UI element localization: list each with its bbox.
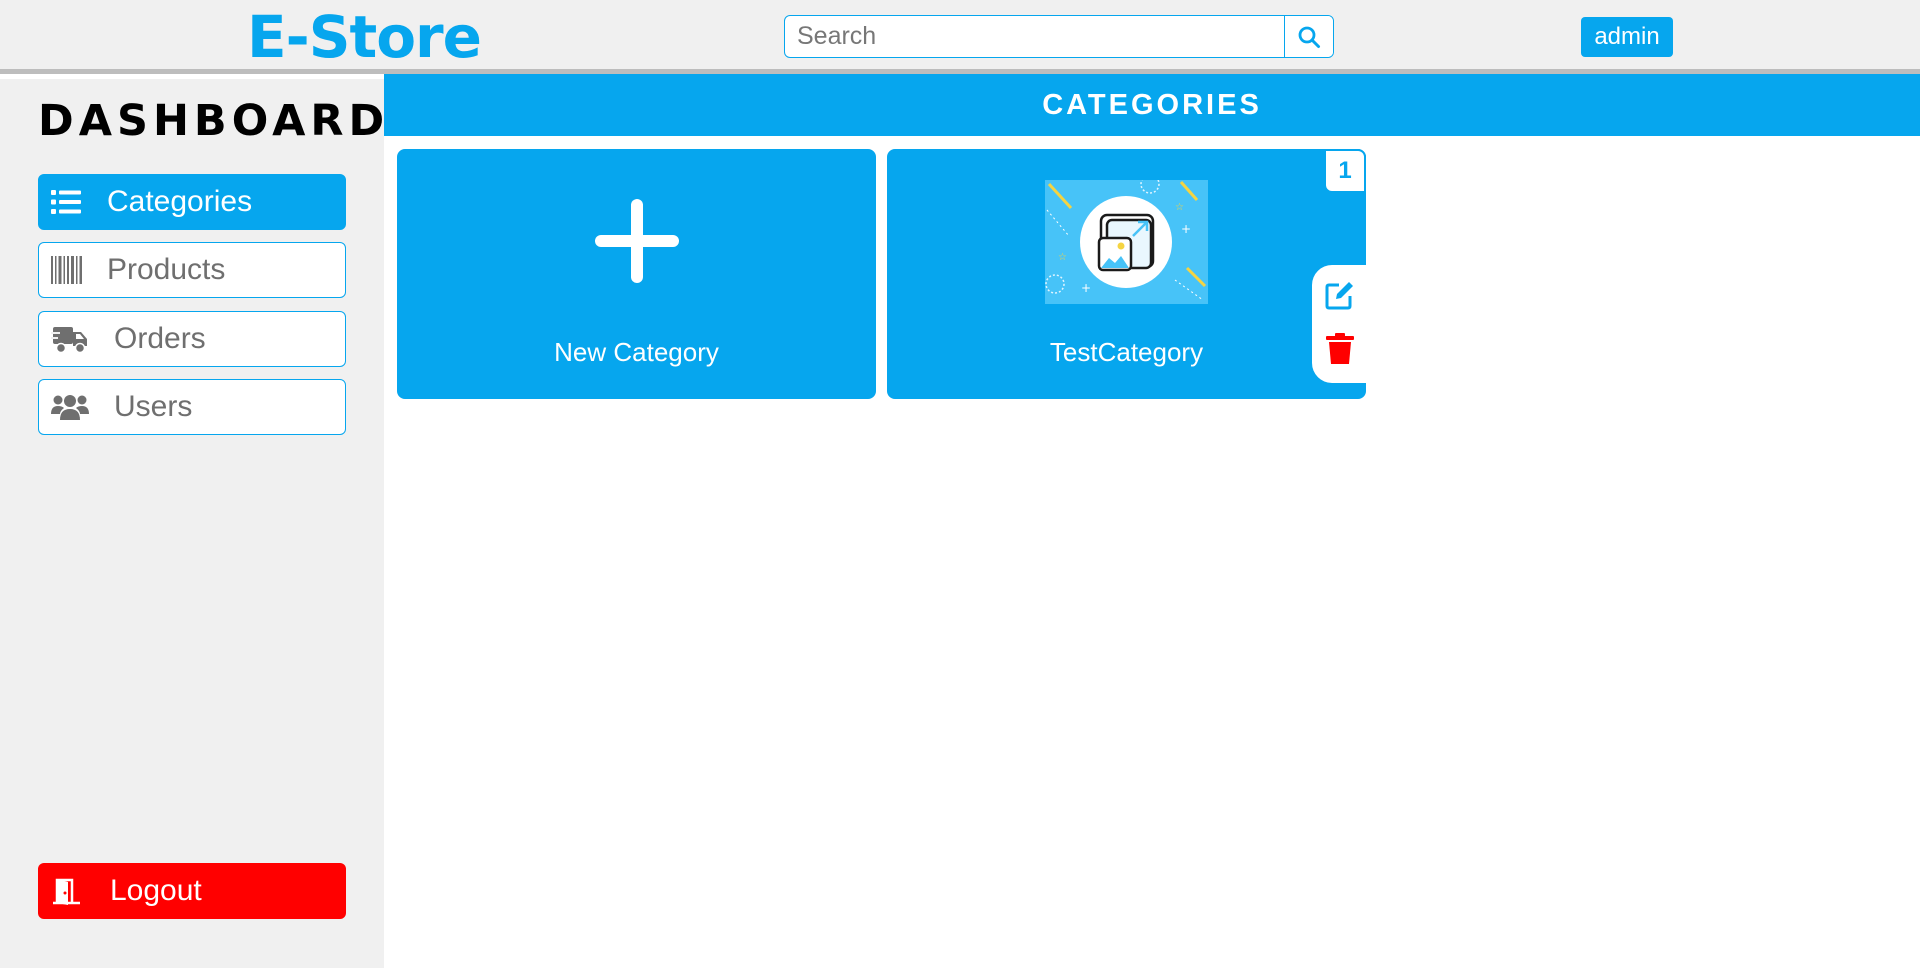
- sidebar-item-categories[interactable]: Categories: [38, 174, 346, 230]
- search-bar: [784, 15, 1334, 58]
- sidebar-item-label: Users: [114, 390, 193, 423]
- category-actions: [1310, 263, 1366, 385]
- page-title: CATEGORIES: [384, 74, 1920, 136]
- sidebar-item-users[interactable]: Users: [38, 379, 346, 435]
- barcode-icon: [51, 256, 83, 284]
- search-button[interactable]: [1284, 16, 1333, 57]
- svg-text:☆: ☆: [1058, 252, 1067, 263]
- sidebar: DASHBOARD Categories Products Orders Use…: [0, 79, 384, 968]
- category-name: TestCategory: [1049, 337, 1204, 367]
- dashboard-title: DASHBOARD: [38, 96, 390, 146]
- search-input[interactable]: [785, 16, 1284, 57]
- list-icon: [51, 188, 83, 216]
- search-icon: [1298, 26, 1320, 48]
- door-exit-icon: [52, 875, 84, 907]
- svg-text:+: +: [1181, 222, 1191, 236]
- sidebar-item-label: Orders: [114, 322, 206, 355]
- edit-button[interactable]: [1324, 277, 1356, 313]
- truck-icon: [51, 324, 89, 354]
- user-account-button[interactable]: admin: [1581, 17, 1673, 57]
- svg-text:+: +: [1081, 281, 1091, 295]
- edit-icon: [1325, 282, 1353, 310]
- delete-button[interactable]: [1324, 331, 1356, 367]
- sidebar-item-label: Categories: [107, 185, 253, 218]
- logout-label: Logout: [110, 874, 202, 907]
- new-category-card[interactable]: New Category: [397, 149, 876, 399]
- trash-icon: [1326, 333, 1354, 364]
- svg-text:☆: ☆: [1175, 202, 1184, 213]
- sidebar-item-label: Products: [107, 253, 226, 286]
- category-image: + + ☆ ☆: [1045, 180, 1208, 304]
- product-count-badge: 1: [1324, 149, 1366, 193]
- sidebar-item-products[interactable]: Products: [38, 242, 346, 298]
- store-logo[interactable]: E-Store: [247, 2, 482, 72]
- top-header: E-Store admin: [0, 0, 1920, 74]
- users-icon: [51, 392, 89, 422]
- new-category-label: New Category: [554, 337, 719, 367]
- logout-button[interactable]: Logout: [38, 863, 346, 919]
- sidebar-item-orders[interactable]: Orders: [38, 311, 346, 367]
- category-card[interactable]: 1 + + ☆ ☆ TestCategory: [887, 149, 1366, 399]
- plus-icon: [594, 199, 679, 283]
